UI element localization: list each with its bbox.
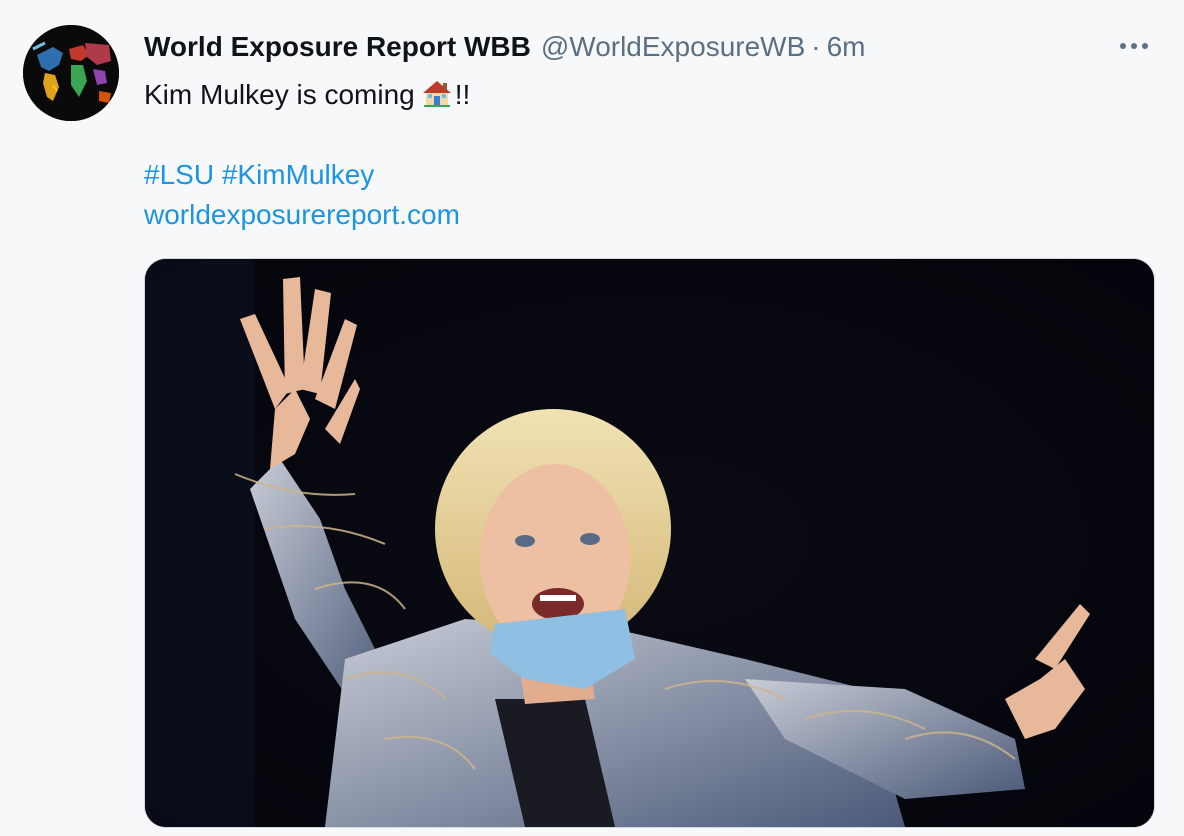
author-display-name[interactable]: World Exposure Report WBB: [144, 31, 531, 63]
author-handle[interactable]: @WorldExposureWB: [541, 31, 805, 63]
hashtag-kimmulkey[interactable]: #KimMulkey: [222, 159, 374, 190]
header-separator: ·: [811, 31, 821, 62]
tweet-card[interactable]: World Exposure Report WBB @WorldExposure…: [0, 0, 1184, 836]
tweet-timestamp[interactable]: 6m: [827, 31, 866, 63]
tweet-text-suffix: !!: [454, 79, 471, 110]
tweet-header: World Exposure Report WBB @WorldExposure…: [144, 26, 866, 68]
photo-coach-celebrating-icon: [145, 259, 1154, 827]
author-avatar[interactable]: [23, 25, 119, 121]
link-row: worldexposurereport.com: [144, 195, 460, 235]
tweet-photo[interactable]: [144, 258, 1155, 828]
tweet-text-line: Kim Mulkey is coming: [144, 79, 415, 110]
world-map-avatar-icon: [23, 25, 119, 121]
more-options-icon[interactable]: [1112, 28, 1156, 64]
hashtag-lsu[interactable]: #LSU: [144, 159, 214, 190]
hashtag-row: #LSU #KimMulkey: [144, 155, 374, 195]
tweet-text: Kim Mulkey is coming !!: [144, 75, 470, 120]
house-emoji-icon: [421, 77, 453, 120]
external-link[interactable]: worldexposurereport.com: [144, 199, 460, 230]
